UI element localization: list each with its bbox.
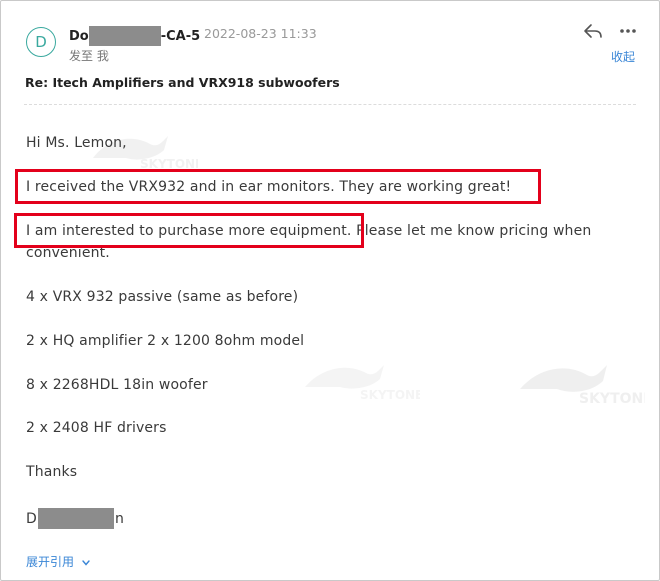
more-options-icon[interactable] bbox=[618, 22, 638, 40]
watermark-text: SKYTONE bbox=[579, 391, 645, 407]
signature: D n bbox=[26, 508, 124, 529]
sender-name-redaction bbox=[88, 26, 161, 46]
list-item: 2 x HQ amplifier 2 x 1200 8ohm model bbox=[26, 333, 305, 349]
sender-name-start: Do bbox=[69, 28, 89, 44]
list-item: 4 x VRX 932 passive (same as before) bbox=[26, 289, 299, 305]
closing-thanks: Thanks bbox=[26, 464, 78, 480]
signature-end: n bbox=[114, 510, 124, 527]
expand-quote-link[interactable]: 展开引用 bbox=[26, 553, 91, 570]
reply-icon[interactable] bbox=[583, 22, 603, 40]
skytone-watermark-right: SKYTONE bbox=[520, 365, 645, 407]
greeting: Hi Ms. Lemon, bbox=[26, 135, 127, 151]
list-item: 8 x 2268HDL 18in woofer bbox=[26, 377, 208, 393]
email-datetime: 2022-08-23 11:33 bbox=[204, 26, 317, 41]
recipient-line: 发至 我 bbox=[69, 49, 109, 63]
signature-start: D bbox=[26, 510, 37, 527]
email-subject: Re: Itech Amplifiers and VRX918 subwoofe… bbox=[25, 75, 340, 90]
highlight-box-interested bbox=[14, 213, 364, 248]
chevron-down-icon bbox=[82, 559, 90, 566]
expand-quote-label: 展开引用 bbox=[26, 555, 75, 569]
header-divider bbox=[24, 104, 636, 105]
highlight-box-received bbox=[15, 169, 541, 204]
signature-redaction bbox=[37, 508, 114, 529]
skytone-watermark-middle: SKYTONE bbox=[305, 365, 420, 402]
sender-name[interactable]: Do -CA-5 bbox=[69, 26, 200, 46]
sender-avatar: D bbox=[26, 27, 56, 57]
collapse-link[interactable]: 收起 bbox=[611, 48, 635, 65]
list-item: 2 x 2408 HF drivers bbox=[26, 420, 167, 436]
sender-name-end: -CA-5 bbox=[160, 28, 201, 44]
watermark-text: SKYTONE bbox=[360, 388, 420, 402]
